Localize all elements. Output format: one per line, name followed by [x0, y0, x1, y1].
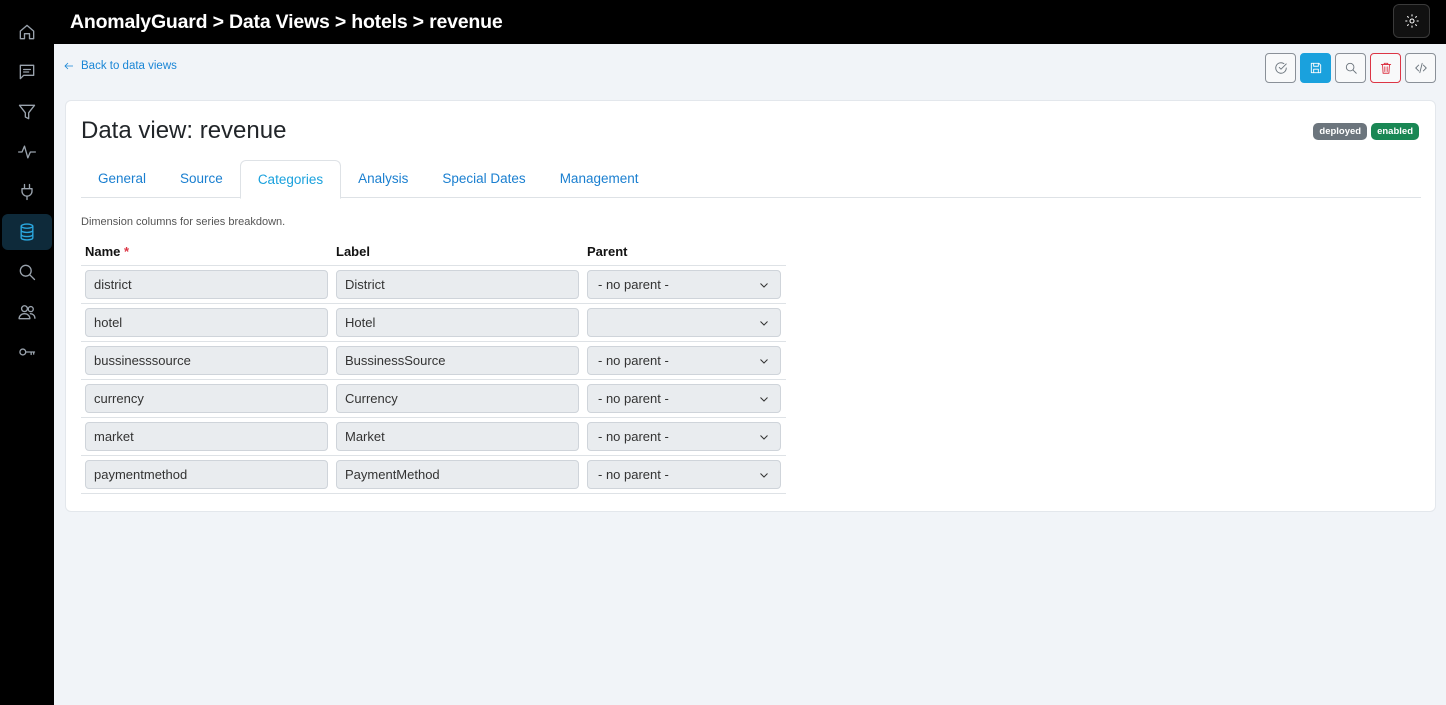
data-view-card: Data view: revenue deployed enabled Gene… [65, 100, 1436, 512]
column-header-name: Name * [85, 244, 130, 259]
gear-icon [1404, 14, 1419, 28]
activity-icon [18, 145, 36, 159]
tab-special-dates[interactable]: Special Dates [425, 160, 542, 198]
parent-select[interactable] [587, 308, 781, 337]
parent-select[interactable]: - no parent - [587, 422, 781, 451]
back-link-label: Back to data views [81, 60, 177, 72]
label-input[interactable]: Hotel [336, 308, 579, 337]
chat-icon [19, 64, 35, 80]
tab-management[interactable]: Management [543, 160, 656, 198]
parent-select[interactable]: - no parent - [587, 384, 781, 413]
tab-source[interactable]: Source [163, 160, 240, 198]
sidebar-item-keys[interactable] [2, 334, 52, 370]
label-input[interactable]: PaymentMethod [336, 460, 579, 489]
name-input[interactable]: market [85, 422, 328, 451]
search-icon [1345, 62, 1357, 74]
table-row: hotel Hotel [81, 304, 786, 342]
key-icon [19, 348, 36, 356]
status-badges: deployed enabled [1313, 123, 1419, 140]
sidebar-item-connections[interactable] [2, 174, 52, 210]
search-icon [19, 264, 36, 281]
page-breadcrumb-title: AnomalyGuard > Data Views > hotels > rev… [70, 10, 503, 33]
table-row: paymentmethod PaymentMethod - no parent … [81, 456, 786, 494]
tab-categories[interactable]: Categories [239, 160, 342, 199]
parent-select[interactable]: - no parent - [587, 346, 781, 375]
name-input[interactable]: bussinesssource [85, 346, 328, 375]
tab-general[interactable]: General [81, 160, 163, 198]
column-header-parent: Parent [587, 244, 628, 259]
name-input[interactable]: currency [85, 384, 328, 413]
save-icon [1310, 62, 1321, 74]
table-row: market Market - no parent - [81, 418, 786, 456]
users-icon [18, 305, 36, 320]
categories-table: Name * Label Parent district District - … [81, 238, 786, 494]
topbar: AnomalyGuard > Data Views > hotels > rev… [54, 0, 1446, 44]
sidebar-item-filters[interactable] [2, 94, 52, 130]
validate-button[interactable] [1265, 53, 1296, 83]
table-row: district District - no parent - [81, 266, 786, 304]
chevron-down-icon [760, 320, 768, 326]
action-toolbar [1265, 53, 1436, 83]
name-input[interactable]: district [85, 270, 328, 299]
sidebar-item-home[interactable] [2, 14, 52, 50]
tab-bar: General Source Categories Analysis Speci… [81, 160, 1421, 199]
code-icon [1414, 62, 1427, 74]
database-icon [20, 223, 34, 241]
sidebar-item-activity[interactable] [2, 134, 52, 170]
table-row: bussinesssource BussinessSource - no par… [81, 342, 786, 380]
save-button[interactable] [1300, 53, 1331, 83]
sidebar-item-users[interactable] [2, 294, 52, 330]
plug-icon [21, 183, 33, 201]
table-header: Name * Label Parent [81, 238, 786, 266]
name-input[interactable]: paymentmethod [85, 460, 328, 489]
label-input[interactable]: Currency [336, 384, 579, 413]
filter-icon [18, 104, 36, 120]
sidebar-item-data-views[interactable] [2, 214, 52, 250]
tab-analysis[interactable]: Analysis [341, 160, 425, 198]
label-input[interactable]: Market [336, 422, 579, 451]
chevron-down-icon [760, 472, 768, 478]
status-badge-enabled: enabled [1371, 123, 1419, 140]
parent-select[interactable]: - no parent - [587, 460, 781, 489]
view-code-button[interactable] [1405, 53, 1436, 83]
sidebar-item-messages[interactable] [2, 54, 52, 90]
chevron-down-icon [760, 282, 768, 288]
column-header-label: Label [336, 244, 370, 259]
arrow-left-icon [64, 62, 73, 70]
sidebar [0, 0, 54, 705]
back-to-data-views-link[interactable]: Back to data views [63, 60, 177, 72]
table-row: currency Currency - no parent - [81, 380, 786, 418]
required-mark: * [124, 244, 130, 259]
label-input[interactable]: BussinessSource [336, 346, 579, 375]
delete-button[interactable] [1370, 53, 1401, 83]
trash-icon [1380, 62, 1391, 74]
chevron-down-icon [760, 434, 768, 440]
preview-button[interactable] [1335, 53, 1366, 83]
label-input[interactable]: District [336, 270, 579, 299]
chevron-down-icon [760, 358, 768, 364]
parent-select[interactable]: - no parent - [587, 270, 781, 299]
settings-button[interactable] [1393, 4, 1430, 38]
chevron-down-icon [760, 396, 768, 402]
check-circle-icon [1274, 62, 1287, 74]
home-icon [19, 24, 35, 40]
name-input[interactable]: hotel [85, 308, 328, 337]
tab-description: Dimension columns for series breakdown. [81, 216, 286, 228]
card-title: Data view: revenue [81, 117, 287, 144]
sidebar-item-search[interactable] [2, 254, 52, 290]
status-badge-deployed: deployed [1313, 123, 1368, 140]
